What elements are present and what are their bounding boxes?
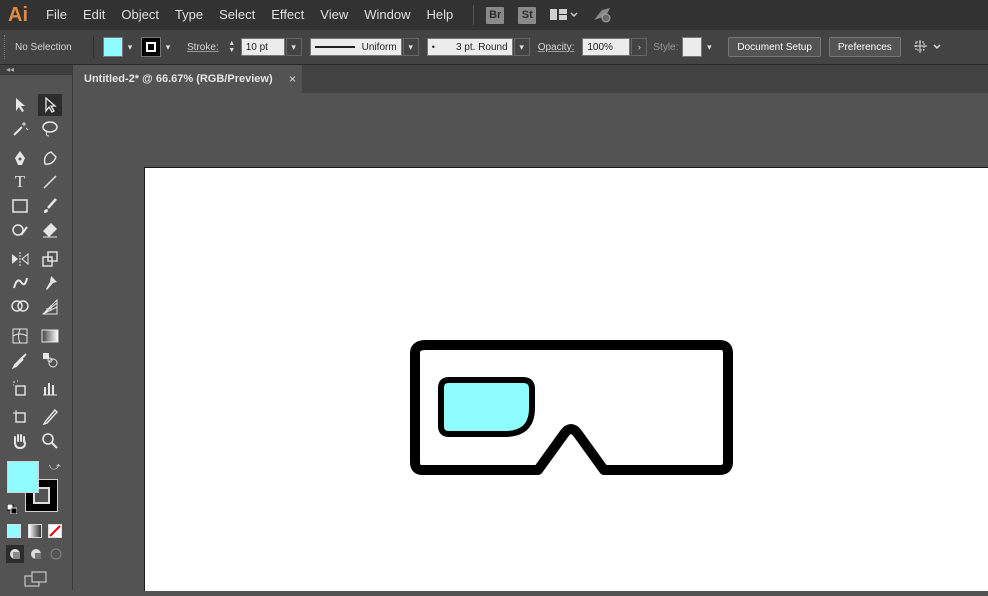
stroke-swatch-inner: [146, 42, 156, 52]
menu-edit[interactable]: Edit: [75, 0, 113, 30]
selection-tool-icon[interactable]: [8, 94, 32, 116]
fill-color-box[interactable]: [7, 461, 39, 493]
brush-dot-icon: •: [431, 42, 435, 52]
default-fill-stroke-icon[interactable]: [6, 501, 18, 519]
profile-line-preview: [314, 46, 355, 48]
rectangle-tool-icon[interactable]: [8, 195, 32, 217]
stroke-weight-stepper-icon[interactable]: ▲ ▼: [225, 38, 239, 56]
direct-selection-tool-icon[interactable]: [38, 94, 62, 116]
stroke-weight-input[interactable]: 10 pt: [240, 38, 285, 56]
style-label: Style:: [653, 41, 679, 53]
shaper-tool-icon[interactable]: [8, 219, 32, 241]
artboard-tool-icon[interactable]: [8, 406, 32, 428]
brush-definition[interactable]: • 3 pt. Round: [426, 38, 513, 56]
symbol-sprayer-tool-icon[interactable]: [8, 377, 32, 399]
style-chevron-icon[interactable]: ▾: [702, 38, 716, 56]
curvature-tool-icon[interactable]: [38, 147, 62, 169]
selection-status: No Selection: [15, 41, 72, 53]
eraser-tool-icon[interactable]: [38, 219, 62, 241]
reflect-tool-icon[interactable]: [8, 248, 32, 270]
fill-dropdown-chevron-icon[interactable]: ▾: [123, 38, 137, 56]
line-segment-tool-icon[interactable]: [38, 171, 62, 193]
swap-fill-stroke-icon[interactable]: ⤻: [49, 461, 61, 474]
app-logo: Ai: [8, 3, 28, 26]
magic-wand-tool-icon[interactable]: [8, 118, 32, 140]
menu-file[interactable]: File: [36, 0, 75, 30]
stroke-dropdown-chevron-icon[interactable]: ▾: [161, 38, 175, 56]
close-tab-icon[interactable]: ×: [289, 72, 296, 86]
preferences-button[interactable]: Preferences: [828, 37, 901, 57]
lasso-tool-icon[interactable]: [38, 118, 62, 140]
fill-color-swatch[interactable]: [103, 37, 123, 57]
slice-tool-icon[interactable]: [38, 406, 62, 428]
menu-effect[interactable]: Effect: [263, 0, 312, 30]
puppet-warp-tool-icon[interactable]: [38, 272, 62, 294]
glasses-lens[interactable]: [438, 377, 535, 437]
none-mode-icon[interactable]: [48, 524, 62, 538]
profile-label: Uniform: [361, 41, 397, 53]
zoom-tool-icon[interactable]: [38, 430, 62, 452]
menu-type[interactable]: Type: [167, 0, 211, 30]
transform-panel-icon[interactable]: [913, 39, 943, 55]
brush-label: 3 pt. Round: [455, 41, 508, 53]
warp-tool-icon[interactable]: [8, 272, 32, 294]
control-bar-grip[interactable]: [4, 35, 9, 59]
main-menu: File Edit Object Type Select Effect View…: [36, 0, 461, 30]
color-mode-icon[interactable]: [7, 524, 21, 538]
arrange-documents-icon[interactable]: [550, 8, 578, 22]
stroke-label[interactable]: Stroke:: [187, 42, 219, 53]
variable-width-profile[interactable]: Uniform: [309, 38, 402, 56]
document-setup-button[interactable]: Document Setup: [728, 37, 821, 57]
profile-chevron-icon[interactable]: ▾: [402, 38, 419, 56]
brush-chevron-icon[interactable]: ▾: [513, 38, 530, 56]
perspective-grid-tool-icon[interactable]: [38, 296, 62, 318]
paintbrush-tool-icon[interactable]: [38, 195, 62, 217]
divider: [93, 36, 94, 58]
blend-tool-icon[interactable]: [38, 349, 62, 371]
eyedropper-tool-icon[interactable]: [8, 349, 32, 371]
opacity-chevron-icon[interactable]: ›: [631, 38, 648, 56]
scale-tool-icon[interactable]: [38, 248, 62, 270]
gpu-performance-icon[interactable]: [592, 6, 614, 24]
menu-separator: [473, 5, 475, 25]
tools-panel: ◂◂ T ⤻: [0, 65, 73, 590]
draw-normal-icon[interactable]: [6, 545, 24, 563]
draw-behind-icon[interactable]: [27, 545, 45, 563]
stroke-weight-chevron-icon[interactable]: ▾: [285, 38, 302, 56]
document-tab-bar: Untitled-2* @ 66.67% (RGB/Preview) ×: [74, 65, 988, 93]
menu-view[interactable]: View: [312, 0, 356, 30]
artboard[interactable]: [144, 167, 988, 591]
mesh-tool-icon[interactable]: [8, 325, 32, 347]
type-tool-icon[interactable]: T: [8, 171, 32, 193]
document-tab[interactable]: Untitled-2* @ 66.67% (RGB/Preview) ×: [74, 65, 302, 93]
bridge-button[interactable]: Br: [486, 6, 505, 24]
draw-inside-icon[interactable]: [47, 545, 65, 563]
stock-button[interactable]: St: [518, 6, 537, 24]
menu-object[interactable]: Object: [113, 0, 167, 30]
menu-select[interactable]: Select: [211, 0, 263, 30]
hand-tool-icon[interactable]: [8, 430, 32, 452]
artwork-3d-glasses[interactable]: [145, 168, 988, 591]
opacity-label[interactable]: Opacity:: [538, 42, 575, 53]
stroke-color-swatch[interactable]: [141, 37, 161, 57]
tools-collapse-icon[interactable]: ◂◂: [0, 65, 72, 75]
gradient-tool-icon[interactable]: [38, 325, 62, 347]
menu-bar: Ai File Edit Object Type Select Effect V…: [0, 0, 988, 30]
menu-help[interactable]: Help: [418, 0, 461, 30]
shape-builder-tool-icon[interactable]: [8, 296, 32, 318]
menu-window[interactable]: Window: [356, 0, 418, 30]
opacity-input[interactable]: 100%: [582, 38, 631, 56]
control-bar: No Selection ▾ ▾ Stroke: ▲ ▼ 10 pt ▾ Unif…: [0, 30, 988, 65]
column-graph-tool-icon[interactable]: [38, 377, 62, 399]
graphic-style-swatch[interactable]: [682, 37, 703, 57]
gradient-mode-icon[interactable]: [28, 524, 42, 538]
screen-mode-icon[interactable]: [24, 571, 48, 592]
pen-tool-icon[interactable]: [8, 147, 32, 169]
document-tab-title: Untitled-2* @ 66.67% (RGB/Preview): [84, 73, 273, 85]
